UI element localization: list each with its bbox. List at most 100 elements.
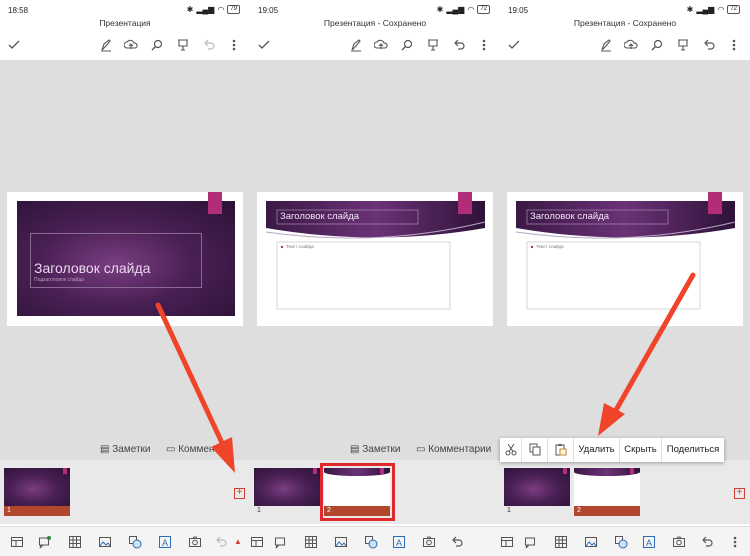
table-icon[interactable] <box>68 535 82 549</box>
delete-button[interactable]: Удалить <box>574 438 620 462</box>
notes-button[interactable]: ▤ Заметки <box>100 444 150 455</box>
slide-canvas[interactable]: Заголовок слайда Текст слайда <box>500 60 750 460</box>
more-vertical-icon[interactable] <box>477 38 491 52</box>
checkmark-icon[interactable] <box>7 38 21 52</box>
table-icon[interactable] <box>554 535 568 549</box>
paste-button[interactable] <box>548 438 574 462</box>
comment-icon: ▭ <box>416 444 426 455</box>
checkmark-icon[interactable] <box>257 38 271 52</box>
slide-canvas[interactable]: Заголовок слайда Подзаголовок слайда <box>0 60 250 460</box>
slide-canvas[interactable]: Заголовок слайда Текст слайда <box>250 60 500 460</box>
cloud-upload-icon[interactable] <box>624 38 638 52</box>
svg-text:A: A <box>396 538 402 548</box>
undo-icon[interactable] <box>450 535 464 549</box>
top-toolbar <box>0 34 250 56</box>
undo-icon[interactable] <box>702 38 716 52</box>
picture-icon[interactable] <box>334 535 348 549</box>
title-placeholder[interactable]: Заголовок слайда Подзаголовок слайда <box>30 233 202 288</box>
cut-button[interactable] <box>500 438 522 462</box>
pen-icon[interactable] <box>599 38 613 52</box>
textbox-icon[interactable]: A <box>642 535 656 549</box>
status-time: 19:05 <box>258 6 279 15</box>
slide-subtitle: Подзаголовок слайда <box>34 277 85 283</box>
bottom-toolbar: A ▲ <box>0 526 250 556</box>
slide-number-1: 1 <box>257 507 261 514</box>
search-icon[interactable] <box>400 38 414 52</box>
textbox-icon[interactable]: A <box>392 535 406 549</box>
notes-label: Заметки <box>362 444 401 455</box>
picture-icon[interactable] <box>98 535 112 549</box>
slide-preview[interactable]: Заголовок слайда Текст слайда <box>257 192 493 326</box>
cloud-upload-icon[interactable] <box>374 38 388 52</box>
add-slide-button-right[interactable]: + <box>734 488 745 499</box>
camera-icon[interactable] <box>422 535 436 549</box>
comment-icon[interactable] <box>274 535 288 549</box>
add-slide-button[interactable]: + <box>234 488 245 499</box>
slide-thumbnail-strip: 1 2 <box>250 460 500 524</box>
present-icon[interactable] <box>676 38 690 52</box>
slide-preview[interactable]: Заголовок слайда Подзаголовок слайда <box>7 192 243 326</box>
bluetooth-icon: ✱ <box>436 5 444 14</box>
slide-thumbnail-1[interactable] <box>504 468 570 506</box>
undo-icon[interactable] <box>214 535 228 549</box>
comment-icon[interactable] <box>38 535 52 549</box>
slide-thumbnail-1[interactable] <box>254 468 320 506</box>
present-icon[interactable] <box>426 38 440 52</box>
shapes-icon[interactable] <box>128 535 142 549</box>
checkmark-icon[interactable] <box>507 38 521 52</box>
undo-icon[interactable] <box>452 38 466 52</box>
slide-preview[interactable]: Заголовок слайда Текст слайда <box>507 192 743 326</box>
slide-thumbnail-1[interactable] <box>4 468 70 506</box>
picture-icon[interactable] <box>584 535 598 549</box>
paste-icon <box>555 444 566 456</box>
more-vertical-icon[interactable] <box>728 535 742 549</box>
bluetooth-icon: ✱ <box>186 5 194 14</box>
comments-label: Комменти <box>178 444 225 455</box>
camera-icon[interactable] <box>188 535 202 549</box>
selected-slide-highlight <box>320 463 395 521</box>
slide-bullet-text: Текст слайда <box>536 244 564 249</box>
comment-icon[interactable] <box>524 535 538 549</box>
signal-icon: ▂▄▆ <box>196 5 215 14</box>
notes-button[interactable]: ▤ Заметки <box>350 444 400 455</box>
bottom-toolbar: ▲ A <box>250 526 500 556</box>
more-vertical-icon[interactable] <box>227 38 241 52</box>
shapes-icon[interactable] <box>614 535 628 549</box>
camera-icon[interactable] <box>672 535 686 549</box>
table-icon[interactable] <box>304 535 318 549</box>
layout-icon[interactable] <box>10 535 24 549</box>
document-title: Презентация - Сохранено <box>323 18 427 28</box>
thumb-accent-tab <box>313 468 317 474</box>
search-icon[interactable] <box>650 38 664 52</box>
layout-icon[interactable] <box>500 535 514 549</box>
textbox-icon[interactable]: A <box>158 535 172 549</box>
comment-icon: ▭ <box>166 444 176 455</box>
pen-icon[interactable] <box>349 38 363 52</box>
hide-button[interactable]: Скрыть <box>620 438 662 462</box>
slide-thumbnail-2[interactable] <box>574 468 640 506</box>
comments-button[interactable]: ▭ Комменти <box>166 444 225 455</box>
undo-icon[interactable] <box>202 38 216 52</box>
document-title: Презентация - Сохранено <box>573 18 677 28</box>
shapes-icon[interactable] <box>364 535 378 549</box>
notes-label: Заметки <box>112 444 151 455</box>
more-vertical-icon[interactable] <box>727 38 741 52</box>
comments-label: Комментарии <box>428 444 492 455</box>
status-time: 19:05 <box>508 6 529 15</box>
bottom-toolbar: A <box>500 526 750 556</box>
search-icon[interactable] <box>150 38 164 52</box>
pen-icon[interactable] <box>99 38 113 52</box>
undo-icon[interactable] <box>700 535 714 549</box>
copy-button[interactable] <box>522 438 548 462</box>
battery-icon: 79 <box>227 5 240 14</box>
comments-button[interactable]: ▭ Комментарии <box>416 444 491 455</box>
slide-title: Заголовок слайда <box>34 260 151 276</box>
status-icons: ✱ ▂▄▆ ◠ 79 <box>187 5 240 14</box>
cloud-upload-icon[interactable] <box>124 38 138 52</box>
layout-icon[interactable] <box>250 535 264 549</box>
notes-row: ▤ Заметки ▭ Комментарии <box>250 440 500 460</box>
present-icon[interactable] <box>176 38 190 52</box>
share-button[interactable]: Поделиться <box>662 438 724 462</box>
slide-number-2: 2 <box>574 506 640 516</box>
expand-toolbar-icon[interactable]: ▲ <box>234 537 242 546</box>
